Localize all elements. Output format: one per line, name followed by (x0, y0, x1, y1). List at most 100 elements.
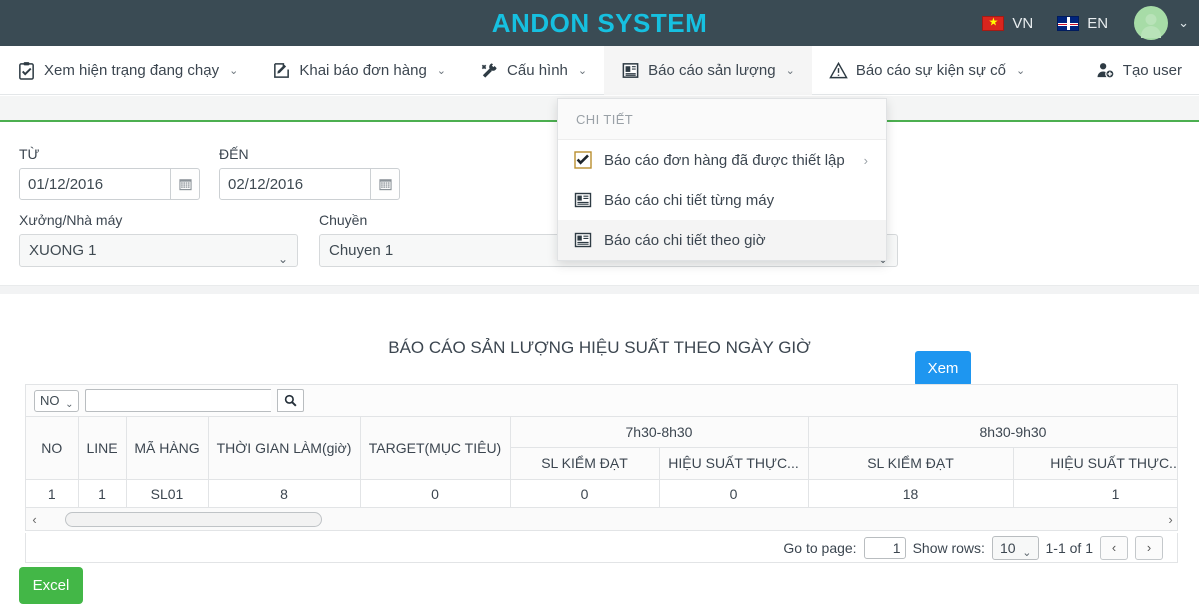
chevron-down-icon: ⌄ (277, 252, 288, 266)
col-hieu-suat-1: HIỆU SUẤT THỰC... (659, 447, 809, 480)
menu-item-khai-bao-don-hang[interactable]: Khai báo đơn hàng ⌄ (255, 46, 463, 95)
cell-hs-1: 0 (659, 479, 809, 510)
dropdown-item-bao-cao-don-hang-da-duoc-thiet-lap[interactable]: Báo cáo đơn hàng đã được thiết lập › (558, 140, 886, 180)
menu-label: Tạo user (1122, 62, 1182, 79)
chevron-down-icon: ⌄ (436, 65, 447, 77)
col-no: NO (26, 417, 79, 480)
cell-thoi-gian-lam: 8 (208, 479, 361, 510)
dropdown-item-label: Báo cáo đơn hàng đã được thiết lập (604, 151, 845, 169)
report-dropdown-menu: CHI TIẾT Báo cáo đơn hàng đã được thiết … (557, 98, 887, 261)
col-sl-kiem-dat-1: SL KIỂM ĐẠT (510, 447, 660, 480)
language-label-vn: VN (1012, 14, 1034, 32)
menu-item-cau-hinh[interactable]: Cấu hình ⌄ (463, 46, 604, 95)
goto-page-label: Go to page: (783, 539, 857, 556)
menu-label: Khai báo đơn hàng (299, 62, 427, 79)
cell-no: 1 (26, 479, 79, 510)
language-switch-en[interactable]: EN (1045, 0, 1120, 46)
show-rows-label: Show rows: (912, 539, 985, 556)
col-thoi-gian-lam: THỜI GIAN LÀM(giờ) (208, 417, 361, 480)
export-excel-button[interactable]: Excel (19, 567, 83, 604)
scrollbar-thumb[interactable] (65, 511, 322, 527)
dropdown-item-bao-cao-chi-tiet-tung-may[interactable]: Báo cáo chi tiết từng máy (558, 180, 886, 220)
menu-item-tao-user[interactable]: Tạo user (1079, 46, 1199, 95)
table-head: NO LINE MÃ HÀNG THỜI GIAN LÀM(giờ) TARGE… (26, 417, 1177, 480)
cell-target: 0 (360, 479, 511, 510)
next-page-button[interactable]: › (1135, 535, 1163, 560)
chevron-down-icon: ⌄ (1022, 546, 1032, 559)
dropdown-item-bao-cao-chi-tiet-theo-gio[interactable]: Báo cáo chi tiết theo giờ (558, 220, 886, 260)
dropdown-item-label: Báo cáo chi tiết theo giờ (604, 231, 766, 249)
horizontal-scrollbar[interactable]: ‹ › (26, 507, 1177, 530)
cell-ma-hang: SL01 (126, 479, 209, 510)
date-from-input[interactable] (19, 168, 171, 200)
clipboard-check-icon (17, 61, 36, 80)
table-search-row: NO ⌄ (26, 385, 1177, 417)
page-title: BÁO CÁO SẢN LƯỢNG HIỆU SUẤT THEO NGÀY GI… (388, 338, 811, 357)
cell-hs-2: 1 (1013, 479, 1177, 510)
prev-page-button[interactable]: ‹ (1100, 535, 1128, 560)
menu-label: Báo cáo sản lượng (648, 62, 776, 79)
col-ma-hang: MÃ HÀNG (126, 417, 209, 480)
language-switch-vn[interactable]: VN (970, 0, 1045, 46)
calendar-icon-from[interactable] (170, 168, 200, 200)
calendar-icon (378, 178, 392, 190)
chevron-down-icon: ⌄ (785, 65, 795, 77)
search-input[interactable] (84, 389, 271, 412)
table-row[interactable]: 1 1 SL01 8 0 0 0 18 1 0 0 (26, 479, 1177, 510)
label-xuong-nha-may: Xưởng/Nhà máy (19, 212, 123, 228)
col-sl-kiem-dat-2: SL KIỂM ĐẠT (808, 447, 1014, 480)
menu-label: Xem hiện trạng đang chạy (44, 62, 220, 79)
menu-item-bao-cao-su-kien-su-co[interactable]: Báo cáo sự kiện sự cố ⌄ (812, 46, 1042, 95)
table-header-row-1: NO LINE MÃ HÀNG THỜI GIAN LÀM(giờ) TARGE… (26, 417, 1177, 480)
cell-sl-1: 0 (510, 479, 660, 510)
cell-sl-2: 18 (808, 479, 1014, 510)
label-tu: TỪ (19, 146, 40, 162)
calendar-icon (178, 178, 192, 190)
scroll-left-arrow[interactable]: ‹ (26, 512, 43, 527)
chevron-down-icon: ⌄ (65, 398, 74, 410)
rows-per-page-value: 10 (999, 539, 1016, 556)
search-column-value: NO (40, 392, 60, 408)
report-table-container: NO ⌄ NO LINE MÃ HÀNG THỜI GIAN LÀM(giờ) … (25, 384, 1178, 531)
section-divider (0, 286, 1199, 294)
goto-page-input[interactable] (863, 536, 906, 559)
factory-select[interactable]: XUONG 1 ⌄ (19, 234, 298, 267)
report-icon (621, 61, 640, 80)
menu-item-bao-cao-san-luong[interactable]: Báo cáo sản lượng ⌄ (604, 46, 812, 95)
report-card-icon (574, 231, 592, 249)
checkbox-checked-icon (574, 151, 592, 169)
chevron-right-icon: › (863, 152, 868, 168)
search-column-select[interactable]: NO ⌄ (34, 389, 79, 412)
calendar-icon-to[interactable] (370, 168, 400, 200)
scrollbar-track[interactable] (43, 511, 1162, 527)
label-chuyen: Chuyền (319, 212, 368, 228)
date-to-input[interactable] (219, 168, 371, 200)
dropdown-item-label: Báo cáo chi tiết từng máy (604, 191, 775, 209)
pagination-bar: Go to page: Show rows: 10 ⌄ 1-1 of 1 ‹ › (25, 533, 1178, 563)
edit-document-icon (272, 61, 291, 80)
warning-triangle-icon (829, 61, 848, 80)
scroll-right-arrow[interactable]: › (1162, 512, 1177, 527)
menu-label: Báo cáo sự kiện sự cố (855, 62, 1006, 79)
uk-flag-icon (1057, 15, 1080, 31)
tools-icon (480, 61, 499, 80)
vietnam-flag-icon (982, 15, 1005, 31)
language-label-en: EN (1087, 14, 1109, 32)
search-button[interactable] (276, 389, 304, 412)
dropdown-section-header: CHI TIẾT (558, 99, 886, 140)
col-group-hour-2: 8h30-9h30 (808, 417, 1177, 449)
chevron-down-icon: ⌄ (229, 65, 239, 77)
report-table: NO LINE MÃ HÀNG THỜI GIAN LÀM(giờ) TARGE… (26, 417, 1177, 510)
chevron-down-icon[interactable]: ⌄ (1178, 15, 1189, 31)
menu-item-xem-hien-trang[interactable]: Xem hiện trạng đang chạy ⌄ (0, 46, 255, 95)
header-right-controls: VN EN ⌄ (970, 0, 1199, 46)
line-select-value: Chuyen 1 (329, 242, 394, 259)
chevron-down-icon: ⌄ (577, 65, 588, 77)
avatar[interactable] (1134, 6, 1169, 40)
main-menu-bar: Xem hiện trạng đang chạy ⌄ Khai báo đơn … (0, 46, 1199, 95)
chevron-down-icon: ⌄ (1015, 65, 1026, 77)
top-header-bar: ANDON SYSTEM VN EN ⌄ (0, 0, 1199, 46)
rows-per-page-select[interactable]: 10 ⌄ (991, 535, 1039, 560)
col-group-hour-1: 7h30-8h30 (510, 417, 809, 449)
search-icon (284, 394, 297, 407)
